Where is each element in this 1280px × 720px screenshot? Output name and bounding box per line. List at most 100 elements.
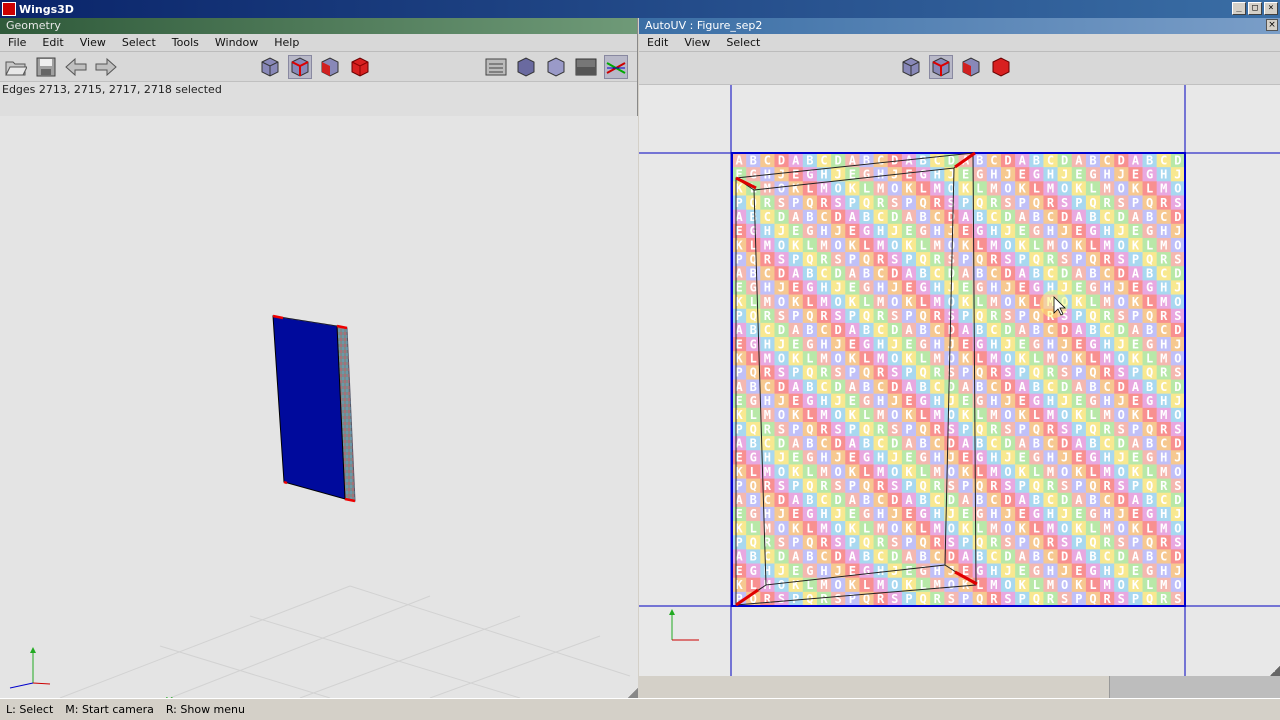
texture-letter: A	[792, 210, 800, 224]
texture-letter: A	[962, 493, 970, 507]
undo-arrow-icon[interactable]	[64, 55, 88, 79]
texture-letter: J	[835, 451, 842, 465]
texture-letter: R	[1160, 366, 1168, 380]
axes-icon[interactable]	[604, 55, 628, 79]
texture-letter: C	[820, 436, 827, 450]
uv-body-select-icon[interactable]	[989, 55, 1013, 79]
texture-letter: K	[1019, 578, 1027, 592]
texture-letter: C	[877, 493, 884, 507]
smooth-shade-icon[interactable]	[514, 55, 538, 79]
resize-grip-icon[interactable]	[628, 688, 638, 698]
uv-menu-view[interactable]: View	[676, 36, 718, 49]
menu-tools[interactable]: Tools	[164, 36, 207, 49]
texture-letter: C	[820, 493, 827, 507]
uv-face-select-icon[interactable]	[959, 55, 983, 79]
texture-letter: H	[1160, 564, 1167, 578]
texture-letter: A	[735, 493, 743, 507]
face-select-icon[interactable]	[318, 55, 342, 79]
texture-letter: A	[1019, 267, 1027, 281]
vertex-select-icon[interactable]	[258, 55, 282, 79]
texture-letter: L	[1089, 182, 1096, 196]
texture-letter: J	[891, 451, 898, 465]
save-icon[interactable]	[34, 55, 58, 79]
texture-letter: B	[863, 550, 870, 564]
texture-letter: G	[750, 564, 757, 578]
texture-letter: Q	[1089, 479, 1096, 493]
texture-letter: P	[792, 422, 799, 436]
uv-menu-select[interactable]: Select	[718, 36, 768, 49]
texture-letter: O	[891, 408, 898, 422]
texture-letter: C	[820, 323, 827, 337]
texture-letter: R	[1160, 479, 1168, 493]
uv-edge-select-icon[interactable]	[929, 55, 953, 79]
geometry-viewport[interactable]: Y	[0, 116, 638, 698]
texture-letter: G	[1089, 337, 1096, 351]
texture-letter: H	[1104, 337, 1111, 351]
texture-letter: H	[990, 451, 997, 465]
texture-letter: S	[1061, 196, 1068, 210]
open-folder-icon[interactable]	[4, 55, 28, 79]
texture-letter: G	[1089, 451, 1096, 465]
texture-letter: G	[750, 337, 757, 351]
autouv-close-button[interactable]: ×	[1266, 19, 1278, 31]
texture-letter: B	[1146, 436, 1153, 450]
texture-letter: S	[1061, 592, 1068, 606]
textured-icon[interactable]	[574, 55, 598, 79]
texture-letter: R	[764, 592, 772, 606]
close-button[interactable]: ×	[1264, 2, 1278, 15]
menu-edit[interactable]: Edit	[34, 36, 71, 49]
texture-letter: S	[1174, 422, 1181, 436]
texture-letter: P	[905, 366, 912, 380]
texture-letter: P	[849, 252, 856, 266]
texture-letter: C	[1104, 380, 1111, 394]
edge-select-icon[interactable]	[288, 55, 312, 79]
panel-front-face[interactable]	[272, 315, 346, 500]
menu-help[interactable]: Help	[266, 36, 307, 49]
texture-letter: R	[877, 196, 885, 210]
texture-letter: A	[1019, 493, 1027, 507]
redo-arrow-icon[interactable]	[94, 55, 118, 79]
texture-letter: C	[1160, 550, 1167, 564]
texture-letter: B	[919, 380, 926, 394]
texture-letter: G	[976, 507, 983, 521]
uv-scroll-segment[interactable]	[1109, 676, 1280, 698]
texture-letter: C	[1047, 210, 1054, 224]
texture-letter: M	[877, 182, 884, 196]
uv-menu-edit[interactable]: Edit	[639, 36, 676, 49]
uv-resize-grip-icon[interactable]	[1270, 666, 1280, 676]
texture-letter: J	[835, 507, 842, 521]
texture-letter: D	[1118, 436, 1125, 450]
menu-window[interactable]: Window	[207, 36, 266, 49]
texture-letter: J	[835, 224, 842, 238]
texture-letter: D	[778, 323, 785, 337]
texture-letter: O	[778, 182, 785, 196]
menu-view[interactable]: View	[72, 36, 114, 49]
texture-letter: B	[863, 267, 870, 281]
uv-viewport[interactable]: ABCDABCDABCDABCDABCDABCDABCDABCDEGHJEGHJ…	[639, 85, 1280, 676]
status-right-hint: R: Show menu	[165, 703, 245, 716]
texture-letter: J	[1174, 507, 1181, 521]
texture-letter: Q	[863, 422, 870, 436]
texture-letter: C	[1047, 436, 1054, 450]
menu-select[interactable]: Select	[114, 36, 164, 49]
texture-letter: Q	[976, 479, 983, 493]
texture-letter: K	[1132, 352, 1140, 366]
texture-letter: A	[849, 267, 857, 281]
groundplane-icon[interactable]	[484, 55, 508, 79]
menu-file[interactable]: File	[0, 36, 34, 49]
texture-letter: O	[1118, 408, 1125, 422]
texture-letter: J	[1004, 224, 1011, 238]
texture-letter: D	[1004, 380, 1011, 394]
texture-letter: C	[1160, 380, 1167, 394]
wireframe-icon[interactable]	[544, 55, 568, 79]
texture-letter: L	[919, 295, 926, 309]
maximize-button[interactable]: □	[1248, 2, 1262, 15]
texture-letter: S	[1118, 536, 1125, 550]
body-select-icon[interactable]	[348, 55, 372, 79]
texture-letter: H	[764, 564, 771, 578]
texture-letter: O	[1061, 408, 1068, 422]
minimize-button[interactable]: _	[1232, 2, 1246, 15]
uv-vertex-select-icon[interactable]	[899, 55, 923, 79]
texture-letter: M	[990, 182, 997, 196]
texture-letter: P	[905, 309, 912, 323]
